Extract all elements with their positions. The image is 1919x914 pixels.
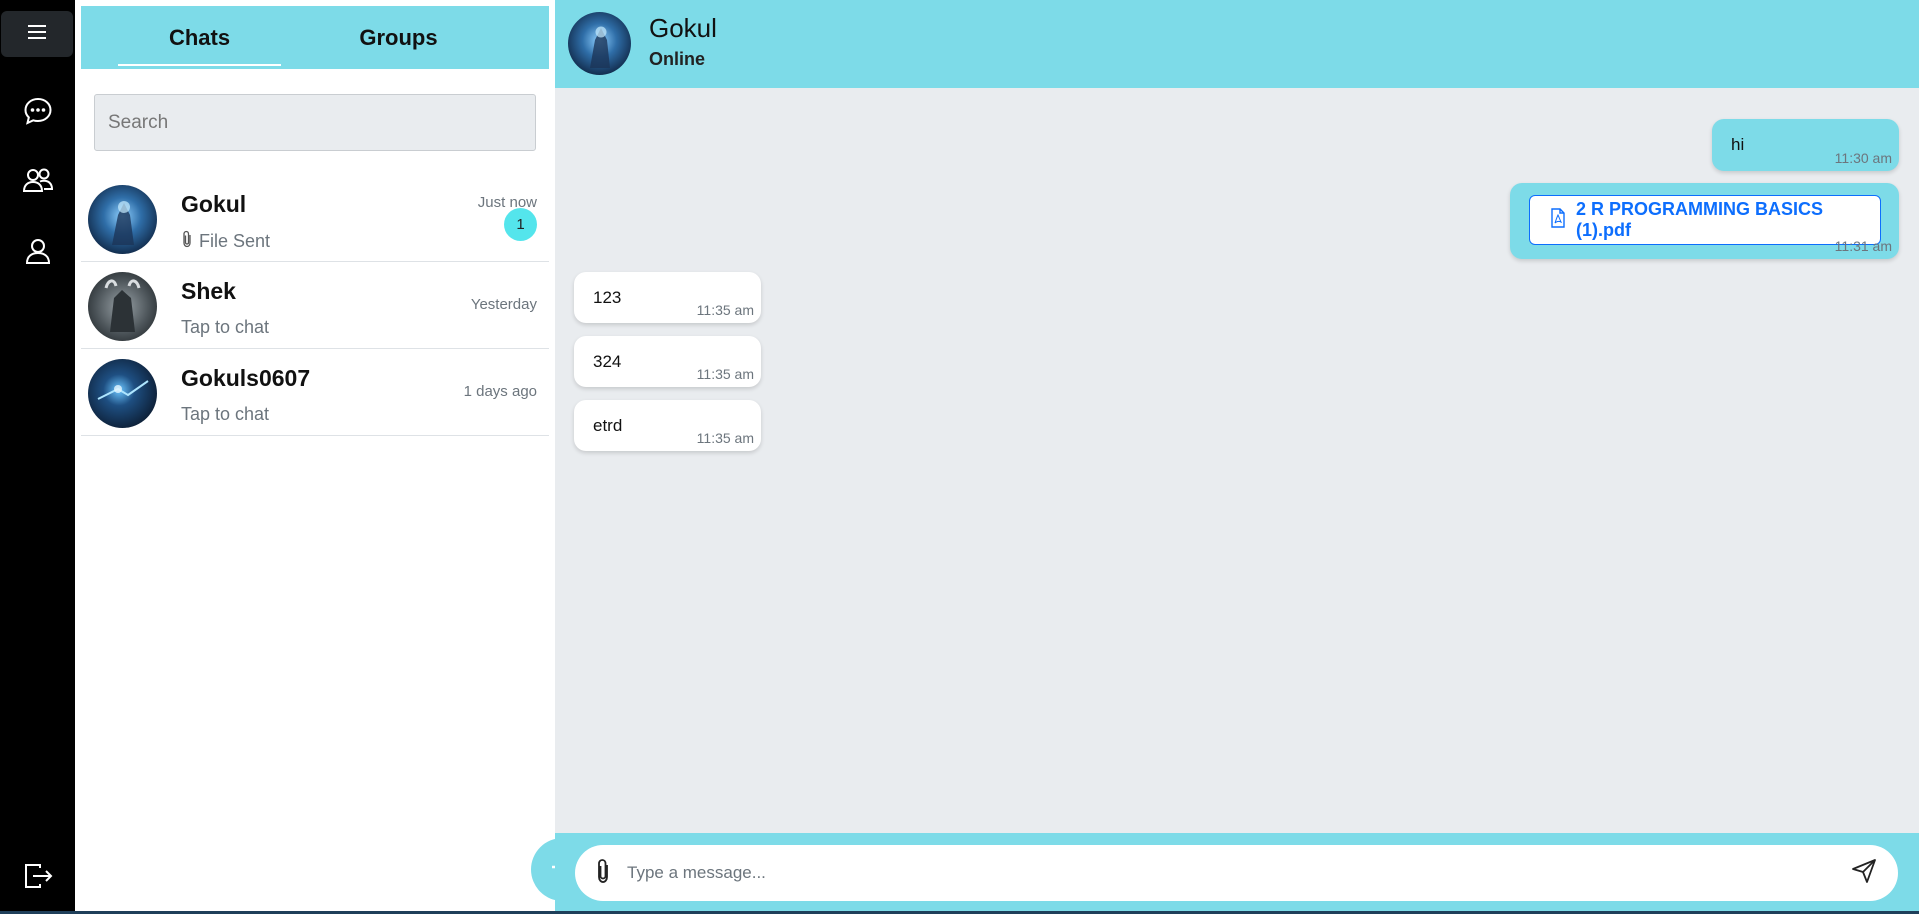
paperclip-icon — [595, 858, 611, 889]
contact-time: 1 days ago — [463, 383, 537, 400]
send-icon — [1851, 858, 1877, 889]
message-bubble-outgoing-file[interactable]: 2 R PROGRAMMING BASICS (1).pdf 11:31 am — [1510, 183, 1899, 259]
avatar — [88, 359, 157, 428]
contact-item-gokul[interactable]: Gokul File Sent Just now 1 — [81, 175, 549, 262]
chat-list-panel: Chats Groups Gokul File Sent Just now 1 … — [75, 0, 594, 914]
active-tab-indicator — [118, 64, 281, 66]
file-attachment-link[interactable]: 2 R PROGRAMMING BASICS (1).pdf — [1529, 195, 1881, 245]
message-text: hi — [1731, 135, 1745, 154]
presence-status: Online — [649, 49, 706, 69]
contact-item-gokuls0607[interactable]: Gokuls0607 Tap to chat 1 days ago — [81, 349, 549, 436]
message-time: 11:31 am — [1834, 238, 1892, 254]
message-time: 11:35 am — [696, 366, 754, 382]
message-text: 123 — [593, 288, 622, 307]
contact-subtitle: Tap to chat — [181, 404, 270, 424]
message-time: 11:30 am — [1834, 150, 1892, 166]
menu-button[interactable] — [1, 11, 73, 57]
contact-name: Gokul — [181, 191, 247, 217]
tab-groups[interactable]: Groups — [317, 6, 480, 69]
contact-name: Shek — [181, 278, 236, 304]
message-bubble-incoming[interactable]: 324 11:35 am — [574, 336, 761, 387]
person-icon — [22, 235, 54, 272]
people-icon — [22, 164, 54, 201]
contact-last-message: Tap to chat — [181, 404, 269, 425]
message-time: 11:35 am — [696, 430, 754, 446]
message-text: etrd — [593, 416, 623, 435]
nav-profile-button[interactable] — [20, 235, 56, 271]
avatar — [88, 185, 157, 254]
conversation-title: Gokul — [649, 13, 717, 43]
tab-chats[interactable]: Chats — [118, 6, 281, 69]
paperclip-icon — [181, 230, 193, 253]
contact-last-message: File Sent — [181, 230, 270, 253]
tab-bar: Chats Groups — [81, 6, 549, 69]
avatar[interactable] — [568, 12, 631, 75]
contact-name: Gokuls0607 — [181, 365, 311, 391]
composer-bar — [555, 833, 1919, 911]
hamburger-icon — [28, 24, 46, 44]
nav-chats-button[interactable] — [20, 95, 56, 131]
message-bubble-incoming[interactable]: 123 11:35 am — [574, 272, 761, 323]
message-input[interactable] — [627, 853, 1817, 893]
message-bubble-outgoing[interactable]: hi 11:30 am — [1712, 119, 1899, 171]
avatar — [88, 272, 157, 341]
unread-badge: 1 — [504, 208, 537, 241]
file-name: 2 R PROGRAMMING BASICS (1).pdf — [1576, 199, 1824, 240]
contact-time: Yesterday — [470, 296, 537, 313]
contact-item-shek[interactable]: Shek Tap to chat Yesterday — [81, 262, 549, 349]
message-time: 11:35 am — [696, 302, 754, 318]
conversation-header: Gokul Online — [555, 0, 1919, 88]
composer — [575, 845, 1898, 901]
send-button[interactable] — [1848, 857, 1880, 889]
message-text: 324 — [593, 352, 622, 371]
contact-time: Just now — [477, 194, 537, 211]
nav-groups-button[interactable] — [20, 164, 56, 200]
contact-last-message: Tap to chat — [181, 317, 269, 338]
attach-file-button[interactable] — [589, 858, 617, 889]
contact-subtitle: Tap to chat — [181, 317, 270, 337]
pdf-file-icon — [1550, 207, 1566, 233]
message-bubble-incoming[interactable]: etrd 11:35 am — [574, 400, 761, 451]
app-rail — [0, 0, 75, 914]
contact-subtitle: File Sent — [199, 231, 271, 251]
logout-icon — [22, 860, 54, 897]
search-input[interactable] — [94, 94, 536, 151]
logout-button[interactable] — [20, 860, 56, 896]
chat-bubble-icon — [22, 95, 54, 132]
